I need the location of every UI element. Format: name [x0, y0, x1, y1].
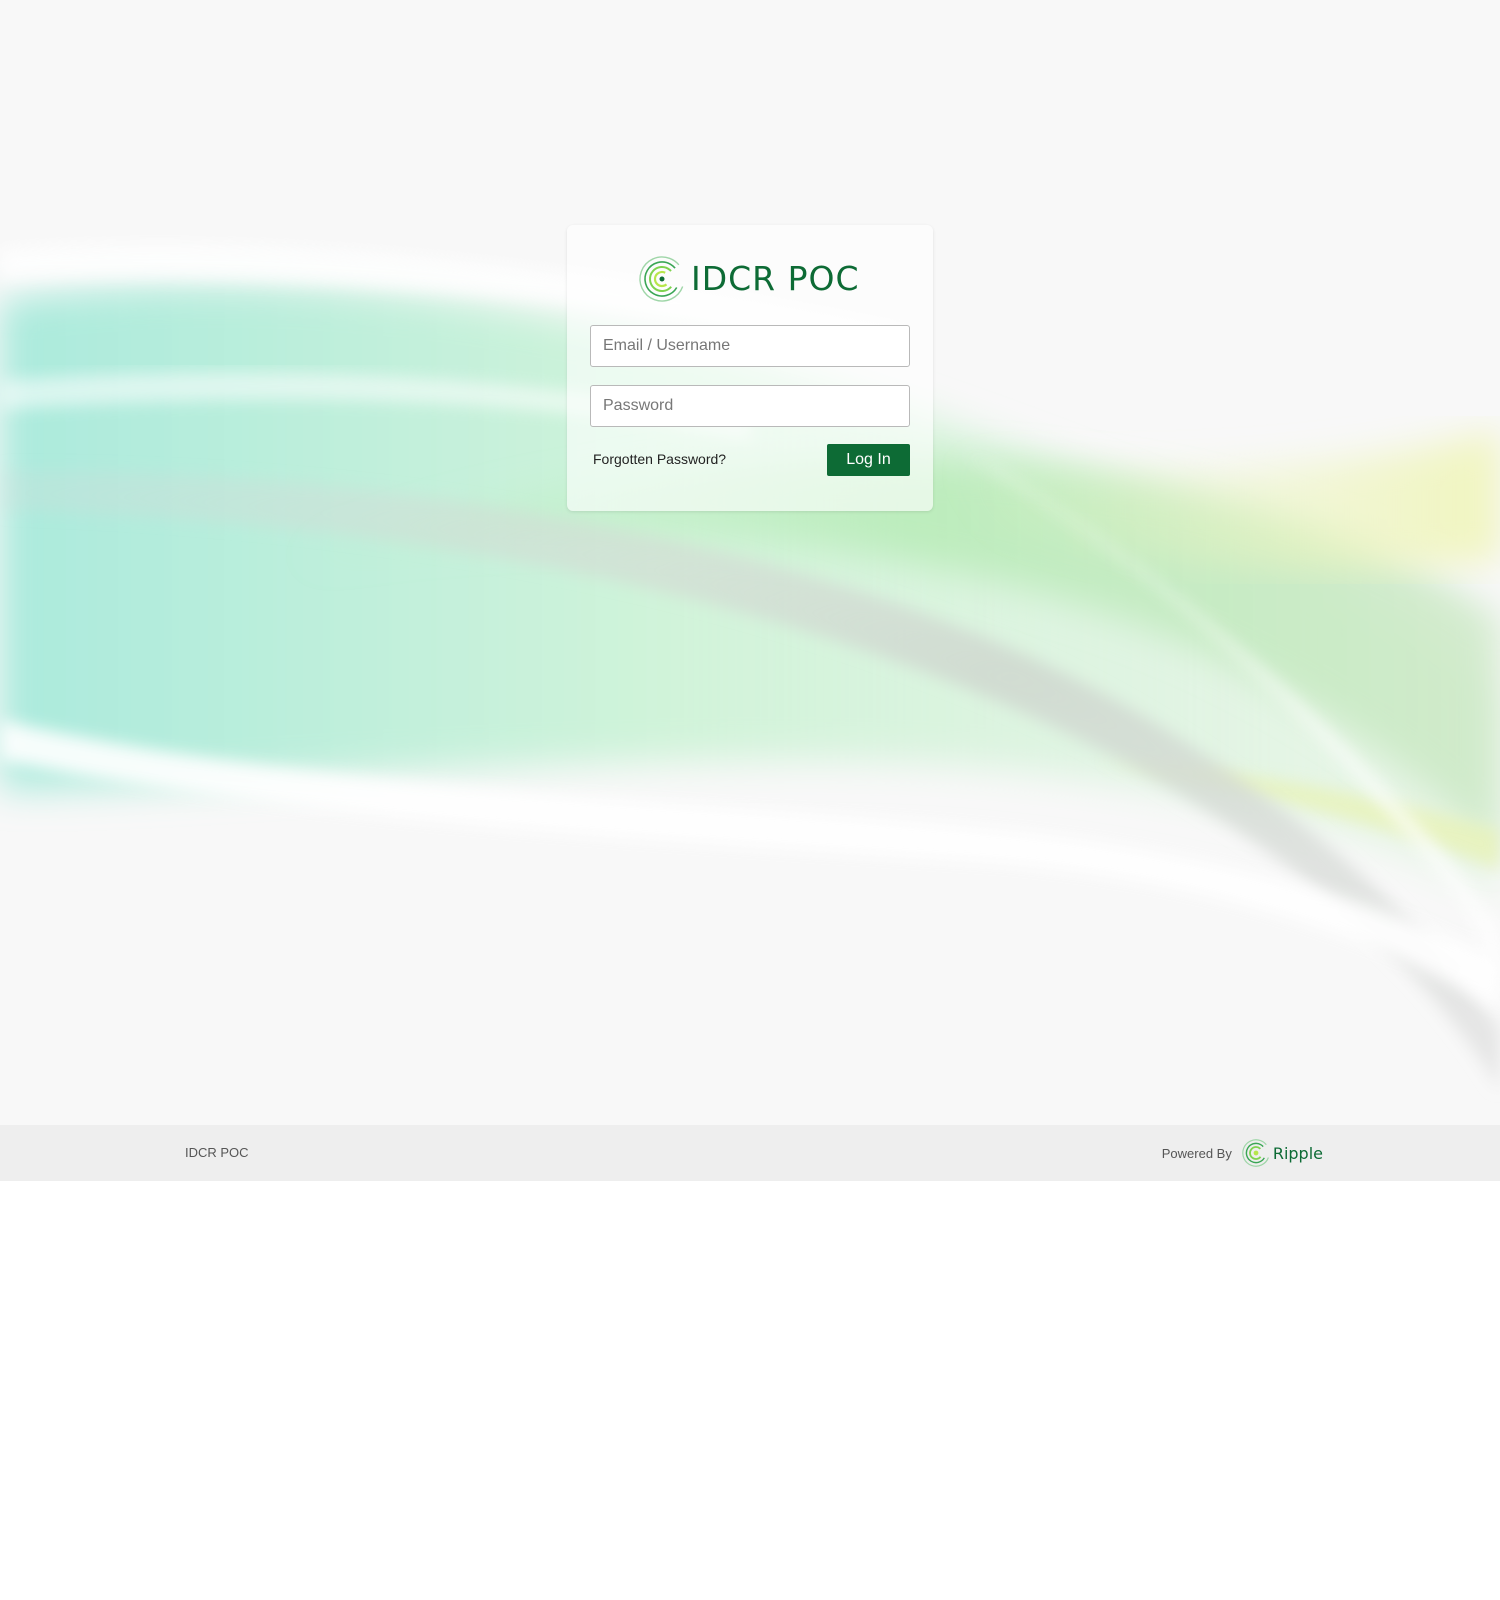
hero-background: IDCR POC Forgotten Password? Log In: [0, 0, 1500, 1125]
ripple-brand-name: Ripple: [1272, 1143, 1323, 1163]
log-in-button[interactable]: Log In: [827, 444, 910, 476]
ripple-spiral-icon: [637, 254, 687, 304]
footer-app-name: IDCR POC: [185, 1145, 249, 1160]
powered-by-ripple[interactable]: Powered By Ripple: [1162, 1125, 1323, 1181]
footer: IDCR POC Powered By Ripple: [0, 1125, 1500, 1181]
brand-header: IDCR POC: [637, 254, 860, 304]
background-waves-art: [0, 244, 1500, 1090]
app-title: IDCR POC: [691, 259, 860, 298]
forgotten-password-link[interactable]: Forgotten Password?: [593, 451, 726, 467]
login-card: IDCR POC Forgotten Password? Log In: [567, 225, 933, 511]
ripple-spiral-icon: [1241, 1138, 1271, 1168]
password-input[interactable]: [590, 385, 910, 427]
email-username-input[interactable]: [590, 325, 910, 367]
login-page: IDCR POC Forgotten Password? Log In IDCR…: [0, 0, 1500, 1600]
powered-by-label: Powered By: [1161, 1145, 1232, 1161]
